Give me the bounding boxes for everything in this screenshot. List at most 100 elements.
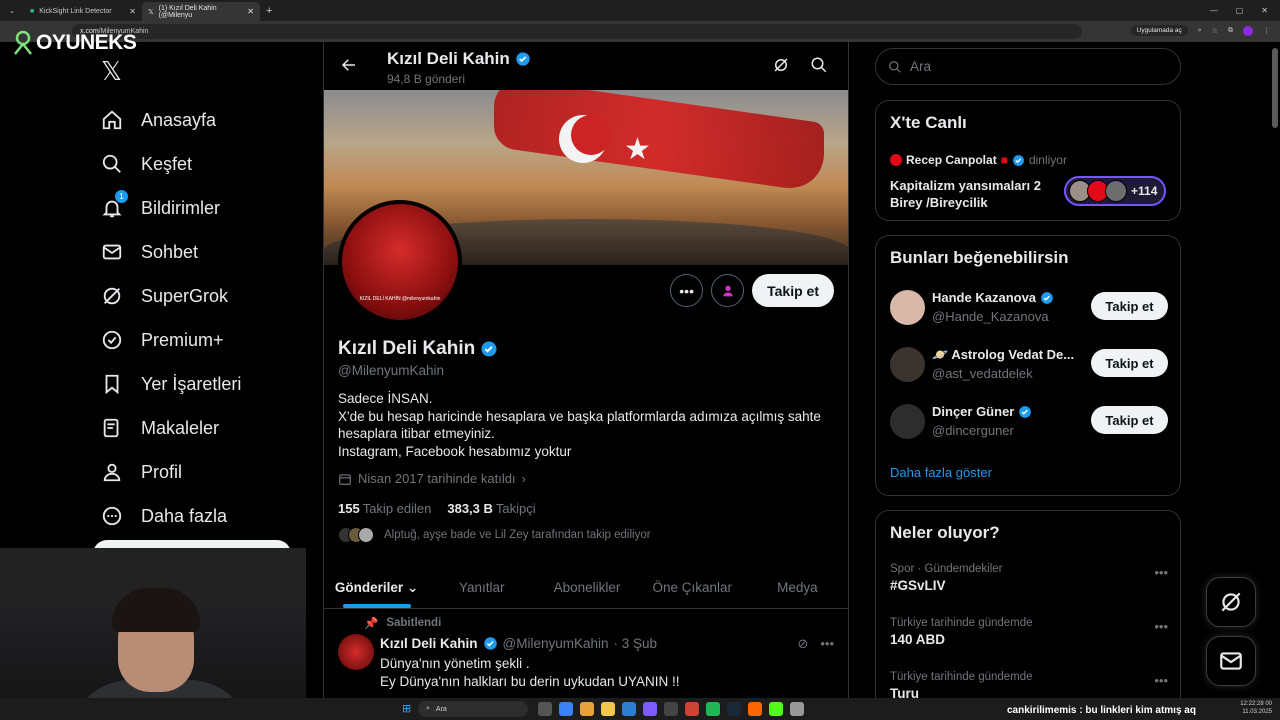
taskbar-clock[interactable]: 12:22:28 00 11.03.2025 — [1240, 700, 1272, 716]
tab-media[interactable]: Medya — [745, 567, 848, 608]
page-scrollbar[interactable] — [1272, 48, 1278, 128]
app-icon[interactable] — [622, 702, 636, 716]
trend-item[interactable]: Türkiye tarihinde gündemde Turu ••• — [890, 671, 1168, 701]
steam-icon[interactable] — [727, 702, 741, 716]
kick-icon[interactable] — [769, 702, 783, 716]
following-link[interactable]: 155 Takip edilen — [338, 501, 431, 516]
profile-joined[interactable]: Nisan 2017 tarihinde katıldı › — [338, 471, 526, 486]
nav-item-messages[interactable]: Sohbet — [100, 230, 241, 274]
tab-posts[interactable]: Gönderiler ⌄ — [324, 567, 429, 608]
trend-more-icon[interactable]: ••• — [1154, 619, 1168, 634]
maximize-icon[interactable]: ▢ — [1236, 6, 1244, 15]
app-icon[interactable] — [685, 702, 699, 716]
tweet-date[interactable]: · 3 Şub — [614, 636, 658, 651]
nav-label: Bildirimler — [141, 197, 221, 218]
tab-subscriptions[interactable]: Abonelikler — [534, 567, 639, 608]
tweet-more-icon[interactable]: ••• — [820, 636, 834, 652]
nav-item-home[interactable]: Anasayfa — [100, 98, 241, 142]
trend-item[interactable]: Spor · Gündemdekiler #GSvLIV ••• — [890, 563, 1168, 593]
open-in-app-button[interactable]: Uygulamada aç — [1130, 25, 1188, 36]
tab-search-icon[interactable]: ⌄ — [0, 7, 24, 15]
pin-icon: 📌 — [364, 618, 379, 630]
app-icon[interactable] — [790, 702, 804, 716]
subscribe-button[interactable] — [711, 274, 745, 307]
verified-badge-icon — [1041, 291, 1053, 304]
nav-item-bookmarks[interactable]: Yer İşaretleri — [100, 362, 241, 406]
bookmark-star-icon[interactable]: ☆ — [1212, 27, 1218, 35]
avatar-caption: KIZIL DELİ KAHİN @milenyumkahin — [359, 296, 441, 302]
follow-button[interactable]: Takip et — [1091, 292, 1168, 320]
app-icon[interactable] — [559, 702, 573, 716]
browser-menu-icon[interactable]: ⋮ — [1263, 27, 1270, 35]
tweet-author-name[interactable]: Kızıl Deli Kahin — [380, 636, 478, 651]
tab-close-icon[interactable]: ✕ — [129, 7, 136, 16]
extensions-icon[interactable]: ⧉ — [1228, 27, 1233, 35]
discord-icon[interactable] — [643, 702, 657, 716]
trend-more-icon[interactable]: ••• — [1154, 673, 1168, 688]
browser-profile-avatar[interactable] — [1243, 25, 1253, 36]
taskbar-search[interactable]: ⌕ Ara — [418, 701, 528, 717]
zoom-icon[interactable]: ⌕ — [1198, 27, 1202, 35]
more-options-button[interactable]: ••• — [670, 274, 704, 307]
app-icon[interactable] — [664, 702, 678, 716]
listener-count: +114 — [1131, 184, 1158, 198]
url-field[interactable]: x.com/MilenyumKahin — [72, 24, 1082, 39]
tweet-avatar[interactable] — [338, 634, 374, 670]
grok-icon — [100, 284, 124, 308]
back-arrow-icon[interactable] — [340, 56, 358, 79]
nav-item-profile[interactable]: Profil — [100, 450, 241, 494]
nav-item-premium[interactable]: Premium+ — [100, 318, 241, 362]
search-input[interactable]: Ara — [875, 48, 1181, 85]
followed-by[interactable]: Alptuğ, ayşe bade ve Lil Zey tarafından … — [338, 527, 651, 543]
follow-button[interactable]: Takip et — [752, 274, 834, 307]
window-close-icon[interactable]: ✕ — [1261, 6, 1268, 15]
verified-icon — [100, 328, 124, 352]
tab-highlights[interactable]: Öne Çıkanlar — [640, 567, 745, 608]
profile-header-bar: Kızıl Deli Kahin 94,8 B gönderi — [324, 42, 848, 90]
follow-button[interactable]: Takip et — [1091, 349, 1168, 377]
profile-avatar[interactable]: KIZIL DELİ KAHİN @milenyumkahin — [338, 200, 462, 324]
nav-item-articles[interactable]: Makaleler — [100, 406, 241, 450]
trend-more-icon[interactable]: ••• — [1154, 565, 1168, 580]
suggested-user[interactable]: Dinçer Güner @dincerguner Takip et — [890, 402, 1168, 442]
grok-icon[interactable] — [772, 56, 790, 74]
search-placeholder: Ara — [910, 59, 932, 74]
tweet-author-handle[interactable]: @MilenyumKahin — [503, 636, 609, 651]
browser-tab-kicksight[interactable]: ■ KickSight Link Detector ✕ — [24, 2, 142, 21]
followers-label: Takipçi — [495, 501, 536, 516]
minimize-icon[interactable]: — — [1210, 6, 1218, 15]
grok-icon[interactable]: ⊘ — [797, 636, 808, 652]
x-logo-icon[interactable]: 𝕏 — [101, 56, 122, 87]
chevron-right-icon: › — [521, 471, 526, 486]
article-icon — [100, 416, 124, 440]
search-icon[interactable] — [810, 56, 828, 74]
new-tab-icon[interactable]: + — [266, 5, 272, 17]
banner-crescent-cutout — [571, 115, 611, 155]
nav-item-supergrok[interactable]: SuperGrok — [100, 274, 241, 318]
suggested-user[interactable]: 🪐 Astrolog Vedat De... @ast_vedatdelek T… — [890, 345, 1168, 385]
trend-category: Türkiye tarihinde gündemde — [890, 617, 1033, 629]
tab-title: KickSight Link Detector — [39, 8, 112, 15]
browser-tab-x[interactable]: 𝕏 (1) Kızıl Deli Kahin (@Milenyu ✕ — [142, 2, 260, 21]
nav-item-more[interactable]: Daha fazla — [100, 494, 241, 538]
follow-button[interactable]: Takip et — [1091, 406, 1168, 434]
more-circle-icon — [100, 504, 124, 528]
followers-link[interactable]: 383,3 B Takipçi — [447, 501, 535, 516]
nav-item-explore[interactable]: Keşfet — [100, 142, 241, 186]
app-icon[interactable] — [748, 702, 762, 716]
task-view-icon[interactable] — [538, 702, 552, 716]
grok-fab-button[interactable] — [1206, 577, 1256, 627]
nav-item-notifications[interactable]: 1 Bildirimler — [100, 186, 241, 230]
live-card[interactable]: X'te Canlı Recep Canpolat ■ dinliyor Kap… — [875, 100, 1181, 221]
tab-replies[interactable]: Yanıtlar — [429, 567, 534, 608]
chrome-icon[interactable] — [580, 702, 594, 716]
suggested-user[interactable]: Hande Kazanova @Hande_Kazanova Takip et — [890, 288, 1168, 328]
tab-close-icon[interactable]: ✕ — [247, 7, 254, 16]
spotify-icon[interactable] — [706, 702, 720, 716]
windows-start-icon[interactable]: ⊞ — [402, 702, 411, 715]
show-more-link[interactable]: Daha fazla göster — [890, 465, 992, 480]
messages-fab-button[interactable] — [1206, 636, 1256, 686]
trend-item[interactable]: Türkiye tarihinde gündemde 140 ABD ••• — [890, 617, 1168, 647]
live-listeners-pill[interactable]: +114 — [1064, 176, 1166, 206]
folder-icon[interactable] — [601, 702, 615, 716]
